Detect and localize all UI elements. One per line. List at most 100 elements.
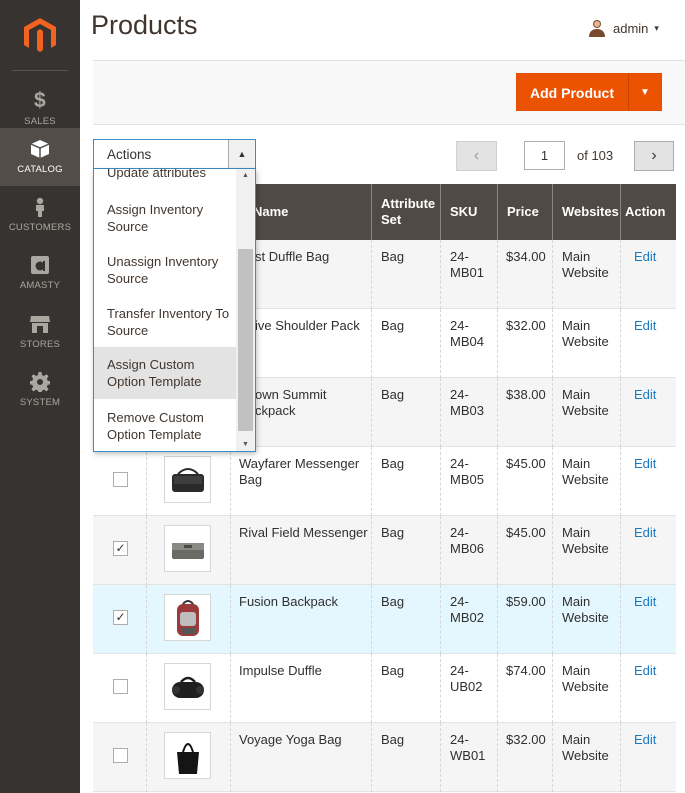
- cell-sku: 24-MB02: [450, 594, 484, 625]
- edit-link[interactable]: Edit: [634, 594, 656, 610]
- column-sku-label: SKU: [450, 204, 478, 219]
- sidebar-item-label: SALES: [24, 116, 56, 127]
- chevron-down-icon[interactable]: ▼: [628, 74, 661, 110]
- cell-attribute-set: Bag: [381, 456, 405, 471]
- page-number-input[interactable]: 1: [524, 141, 565, 170]
- row-checkbox[interactable]: [113, 748, 128, 763]
- cell-attribute-set: Bag: [381, 732, 405, 747]
- cell-price: $38.00: [506, 387, 546, 402]
- gear-icon: [30, 372, 50, 392]
- sidebar-divider: [12, 70, 68, 71]
- action-option-transfer-inventory[interactable]: Transfer Inventory To Source: [94, 305, 236, 339]
- chevron-up-icon[interactable]: ▲: [228, 140, 255, 168]
- cell-attribute-set: Bag: [381, 594, 405, 609]
- sidebar-item-system[interactable]: SYSTEM: [0, 361, 80, 419]
- row-checkbox[interactable]: [113, 679, 128, 694]
- next-page-button[interactable]: ›: [634, 141, 674, 171]
- scroll-down-icon[interactable]: ▼: [242, 441, 249, 448]
- add-product-label: Add Product: [530, 85, 614, 101]
- row-checkbox[interactable]: ✓: [113, 541, 128, 556]
- edit-link[interactable]: Edit: [634, 249, 656, 265]
- scrollbar-thumb[interactable]: [238, 249, 253, 431]
- cell-website: Main Website: [562, 525, 609, 556]
- sidebar-item-label: STORES: [19, 339, 61, 350]
- cell-attribute-set: Bag: [381, 663, 405, 678]
- row-checkbox[interactable]: [113, 472, 128, 487]
- sidebar-item-amasty[interactable]: AMASTY: [0, 244, 80, 302]
- cell-attribute-set: Bag: [381, 387, 405, 402]
- sidebar-item-label: SYSTEM: [19, 397, 61, 408]
- messenger-bag-icon: [171, 542, 204, 559]
- actions-dropdown: Update attributes Assign Inventory Sourc…: [93, 169, 256, 452]
- cell-name: own Summit ckpack: [255, 387, 327, 418]
- edit-link[interactable]: Edit: [634, 456, 656, 472]
- sidebar-item-label: AMASTY: [19, 280, 61, 291]
- admin-sidebar: $ SALES CATALOG CUSTOMERS AMASTY STORES …: [0, 0, 80, 793]
- action-option-remove-custom-option-template[interactable]: Remove Custom Option Template: [94, 409, 236, 443]
- cell-name: Wayfarer Messenger Bag: [239, 456, 360, 487]
- edit-link[interactable]: Edit: [634, 387, 656, 403]
- action-option-assign-inventory-source[interactable]: Assign Inventory Source: [94, 201, 236, 235]
- product-thumbnail[interactable]: [164, 594, 211, 641]
- dollar-icon: $: [34, 89, 46, 112]
- cell-price: $32.00: [506, 732, 546, 747]
- dropdown-scrollbar[interactable]: ▲ ▼: [236, 169, 255, 451]
- sidebar-item-stores[interactable]: STORES: [0, 303, 80, 361]
- amasty-icon: [30, 255, 50, 275]
- column-websites-header[interactable]: Websites: [552, 184, 620, 240]
- product-thumbnail[interactable]: [164, 525, 211, 572]
- action-option-unassign-inventory-source[interactable]: Unassign Inventory Source: [94, 253, 236, 287]
- cell-attribute-set: Bag: [381, 525, 405, 540]
- edit-link[interactable]: Edit: [634, 663, 656, 679]
- cell-name: Voyage Yoga Bag: [239, 732, 342, 747]
- row-checkbox[interactable]: ✓: [113, 610, 128, 625]
- product-thumbnail[interactable]: [164, 663, 211, 710]
- product-thumbnail[interactable]: [164, 456, 211, 503]
- cell-website: Main Website: [562, 387, 609, 418]
- sidebar-item-catalog[interactable]: CATALOG: [0, 128, 80, 186]
- scroll-up-icon[interactable]: ▲: [242, 172, 249, 179]
- cell-sku: 24-MB03: [450, 387, 484, 418]
- column-websites-label: Websites: [562, 204, 619, 219]
- user-name: admin: [613, 20, 649, 36]
- column-sku-header[interactable]: SKU: [440, 184, 502, 240]
- page-title: Products: [91, 10, 198, 40]
- edit-link[interactable]: Edit: [634, 732, 656, 748]
- cell-sku: 24-MB05: [450, 456, 484, 487]
- duffle-bag-icon: [171, 676, 204, 698]
- magento-logo[interactable]: [0, 0, 80, 70]
- column-action-header: Action: [620, 184, 676, 240]
- add-product-button[interactable]: Add Product ▼: [516, 73, 662, 111]
- user-menu[interactable]: admin ▾: [588, 19, 659, 37]
- cell-sku: 24-MB04: [450, 318, 484, 349]
- table-row[interactable]: Voyage Yoga Bag Bag 24-WB01 $32.00 Main …: [93, 723, 676, 792]
- cell-sku: 24-MB01: [450, 249, 484, 280]
- action-option-assign-custom-option-template[interactable]: Assign Custom Option Template: [94, 347, 236, 399]
- table-row[interactable]: ✓ Rival Field Messenger Bag 24-MB06 $45.…: [93, 516, 676, 585]
- cell-price: $45.00: [506, 525, 546, 540]
- person-icon: [30, 197, 50, 217]
- cell-sku: 24-MB06: [450, 525, 484, 556]
- chevron-down-icon: ▾: [654, 22, 659, 33]
- table-row[interactable]: ✓ Fusion Backpack Bag 24-MB02 $59.00 Mai…: [93, 585, 676, 654]
- sidebar-item-customers[interactable]: CUSTOMERS: [0, 186, 80, 244]
- cell-name: Impulse Duffle: [239, 663, 322, 678]
- prev-page-button[interactable]: ‹: [456, 141, 497, 171]
- product-thumbnail[interactable]: [164, 732, 211, 779]
- cell-price: $45.00: [506, 456, 546, 471]
- table-row[interactable]: Impulse Duffle Bag 24-UB02 $74.00 Main W…: [93, 654, 676, 723]
- cell-name: st Duffle Bag: [255, 249, 330, 264]
- page-total: of 103: [577, 148, 614, 163]
- cell-website: Main Website: [562, 249, 609, 280]
- sidebar-item-label: CATALOG: [17, 164, 63, 175]
- column-attribute-set-header[interactable]: Attribute Set: [371, 184, 441, 240]
- cell-website: Main Website: [562, 594, 609, 625]
- column-price-header[interactable]: Price: [497, 184, 557, 240]
- actions-select[interactable]: Actions ▲: [93, 139, 256, 169]
- cell-name: Fusion Backpack: [239, 594, 338, 609]
- actions-select-label: Actions: [107, 147, 152, 162]
- table-row[interactable]: Wayfarer Messenger Bag Bag 24-MB05 $45.0…: [93, 447, 676, 516]
- edit-link[interactable]: Edit: [634, 525, 656, 541]
- action-option-update-attributes[interactable]: Update attributes: [94, 169, 236, 180]
- edit-link[interactable]: Edit: [634, 318, 656, 334]
